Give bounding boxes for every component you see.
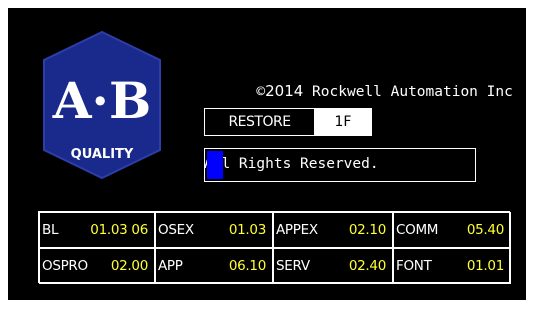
version-name: APPEX: [276, 222, 318, 238]
version-cell-ospro: OSPRO 02.00: [39, 248, 155, 284]
version-value: 01.03 06: [90, 222, 148, 238]
version-value: 02.00: [110, 258, 148, 274]
version-name: OSEX: [158, 222, 194, 238]
version-cell-appex: APPEX 02.10: [273, 212, 393, 248]
version-value: 01.03: [228, 222, 266, 238]
version-cell-serv: SERV 02.40: [273, 248, 393, 284]
copyright-year: 2014: [265, 82, 304, 100]
progress-bar: [204, 148, 476, 182]
status-box: RESTORE 1F: [204, 108, 372, 136]
version-name: COMM: [396, 222, 439, 238]
progress-fill: [207, 151, 223, 179]
version-name: OSPRO: [42, 258, 88, 274]
allen-bradley-logo: A·B QUALITY: [43, 30, 161, 180]
version-cell-font: FONT 01.01: [393, 248, 511, 284]
version-name: SERV: [276, 258, 310, 274]
version-name: APP: [158, 258, 183, 274]
copyright-symbol: ©: [256, 84, 266, 100]
logo-subtitle: QUALITY: [71, 147, 134, 162]
version-cell-comm: COMM 05.40: [393, 212, 511, 248]
version-table: BL 01.03 06 OSEX 01.03 APPEX 02.10 COMM 05.40 OS…: [38, 211, 511, 284]
status-code: 1F: [315, 109, 371, 135]
version-value: 02.40: [348, 258, 386, 274]
version-value: 01.01: [466, 258, 504, 274]
version-cell-app: APP 06.10: [155, 248, 273, 284]
version-cell-osex: OSEX 01.03: [155, 212, 273, 248]
version-value: 05.40: [466, 222, 504, 238]
copyright-company: Rockwell Automation Inc: [312, 84, 513, 100]
version-name: BL: [42, 222, 59, 238]
terminal-screen: A·B QUALITY ©2014 Rockwell Automation In…: [8, 8, 526, 300]
status-label: RESTORE: [205, 109, 315, 135]
version-cell-bl: BL 01.03 06: [39, 212, 155, 248]
version-name: FONT: [396, 258, 432, 274]
version-value: 02.10: [348, 222, 386, 238]
version-value: 06.10: [228, 258, 266, 274]
logo-mark: A·B: [52, 71, 151, 130]
